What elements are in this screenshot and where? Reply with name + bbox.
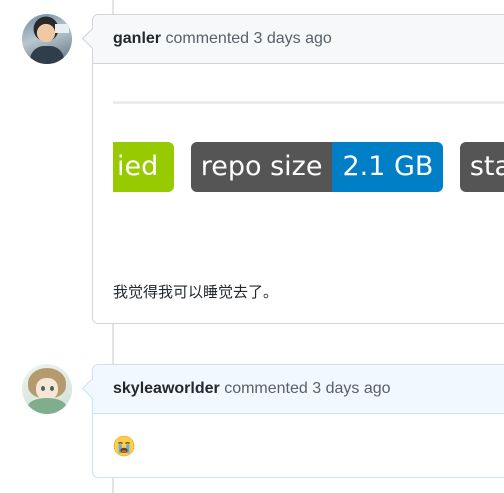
repo-size-value: 2.1 GB xyxy=(332,142,444,192)
partial-badge-right[interactable]: sta xyxy=(459,142,504,192)
avatar-eye-right xyxy=(50,386,54,391)
partial-badge-label: sta xyxy=(459,142,504,192)
crying-face-emoji-icon xyxy=(113,435,135,457)
comment-author[interactable]: ganler xyxy=(113,30,161,47)
repo-size-badge[interactable]: repo size 2.1 GB xyxy=(190,142,444,192)
avatar-skyleaworlder[interactable] xyxy=(22,364,72,414)
partial-badge-value: ied xyxy=(113,142,175,192)
comment-ganler: ganler commented 3 days ago ied repo siz… xyxy=(81,14,504,324)
horizontal-rule xyxy=(113,101,504,104)
avatar-eye-left xyxy=(41,386,45,391)
avatar-ganler[interactable] xyxy=(22,14,72,64)
comment-author[interactable]: skyleaworlder xyxy=(113,380,220,397)
comment-skyleaworlder: skyleaworlder commented 3 days ago xyxy=(81,364,504,478)
avatar-face xyxy=(36,378,58,400)
repo-size-label: repo size xyxy=(190,142,333,192)
issue-timeline: ganler commented 3 days ago ied repo siz… xyxy=(0,0,504,493)
avatar-sign xyxy=(55,24,69,33)
comment-timestamp[interactable]: commented 3 days ago xyxy=(165,30,331,47)
avatar-shirt xyxy=(30,46,64,64)
badges-row: ied repo size 2.1 GB sta xyxy=(113,142,504,192)
avatar-leaves xyxy=(28,398,66,414)
comment-body: 我觉得我可以睡觉去了。 xyxy=(113,283,279,301)
comment-header: ganler commented 3 days ago xyxy=(93,15,504,64)
comment-header: skyleaworlder commented 3 days ago xyxy=(93,365,504,414)
comment-timestamp[interactable]: commented 3 days ago xyxy=(224,380,390,397)
partial-badge-left[interactable]: ied xyxy=(113,142,175,192)
